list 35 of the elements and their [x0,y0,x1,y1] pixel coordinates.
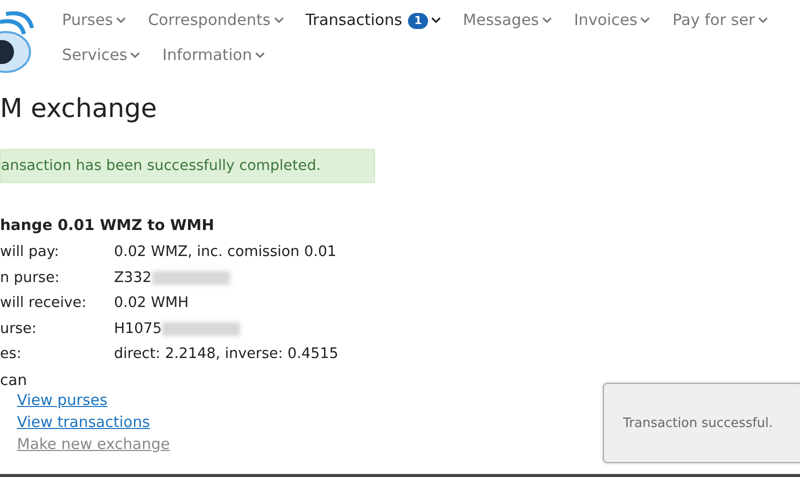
chevron-down-icon [542,17,552,24]
detail-label: urse: [0,320,38,338]
action-link[interactable]: View transactions [17,412,150,432]
detail-label: es: [0,345,22,364]
chevron-down-icon [255,52,266,59]
chevron-down-icon [430,17,441,24]
detail-label: will pay: [0,243,60,262]
count-badge: 1 [408,12,428,28]
page-title: M exchange [0,93,158,126]
chevron-down-icon [640,17,650,24]
detail-label: n purse: [0,268,61,288]
logo-icon [0,10,36,76]
section-heading: hange 0.01 WMZ to WMH [0,215,216,235]
detail-value: Z332 [114,268,152,288]
success-alert: ansaction has been successfully completed. [0,149,375,183]
action-link[interactable]: View purses [17,390,108,410]
chevron-down-icon [116,17,126,24]
nav-menu-item[interactable]: Correspondents [148,10,284,31]
nav-menu-item[interactable]: Purses [62,10,126,31]
detail-value: H1075 [114,320,162,338]
chevron-down-icon [130,52,140,59]
nav-menu-item[interactable]: Invoices [574,10,650,31]
links-intro: can [0,370,28,390]
chevron-down-icon [758,17,768,24]
toast-message: Transaction successful. [623,416,773,430]
detail-value: direct: 2.2148, inverse: 0.4515 [114,345,338,364]
detail-value: 0.02 WMZ, inc. comission 0.01 [114,243,336,262]
nav-menu-item[interactable]: Pay for ser [672,10,768,31]
detail-value: 0.02 WMH [114,294,189,313]
nav-menu-item[interactable]: Services [62,45,140,66]
nav-menu-item[interactable]: Messages [462,10,552,31]
nav-menu-item[interactable]: Transactions 1 [306,10,441,31]
nav-menu-item[interactable]: Information [162,45,266,66]
chevron-down-icon [274,17,284,24]
detail-label: will receive: [0,294,88,313]
